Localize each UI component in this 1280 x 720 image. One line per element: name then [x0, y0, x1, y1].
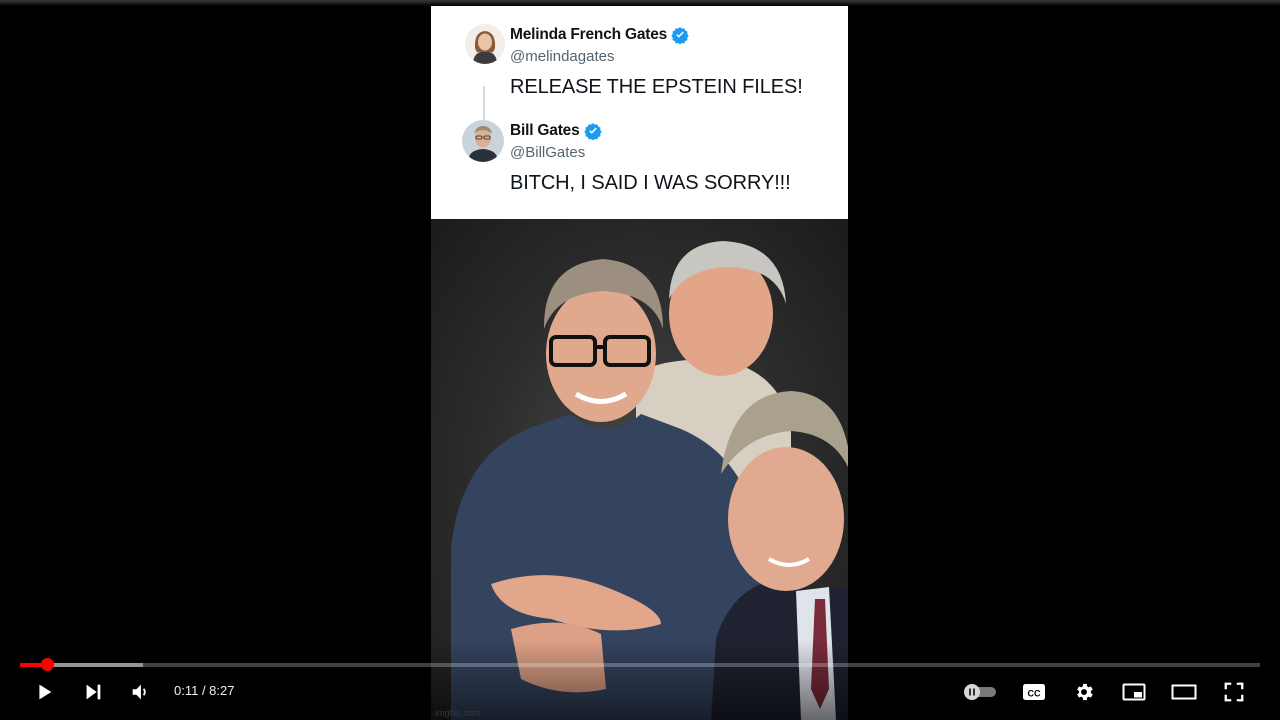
svg-text:CC: CC	[1028, 689, 1041, 699]
settings-button[interactable]	[1068, 676, 1100, 708]
melinda-avatar	[465, 24, 505, 64]
bill-avatar	[462, 120, 504, 162]
video-player[interactable]: Melinda French Gates @melindagates RELEA…	[0, 0, 1280, 720]
autoplay-toggle[interactable]	[960, 676, 1000, 708]
tweet-thread-card: Melinda French Gates @melindagates RELEA…	[431, 6, 848, 219]
play-icon	[39, 684, 52, 700]
tweet-author-row: Bill Gates	[510, 122, 602, 141]
play-button[interactable]	[28, 676, 60, 708]
next-icon	[86, 684, 101, 700]
verified-badge-icon	[671, 26, 689, 45]
fullscreen-button[interactable]	[1218, 676, 1250, 708]
photo-illustration	[451, 241, 848, 720]
miniplayer-icon	[1122, 683, 1146, 701]
captions-icon: CC	[1023, 684, 1045, 700]
volume-button[interactable]	[124, 676, 156, 708]
tweet-text: BITCH, I SAID I WAS SORRY!!!	[510, 172, 791, 194]
scrubber-handle[interactable]	[41, 658, 55, 671]
time-display: 0:11 / 8:27	[174, 683, 235, 698]
theater-mode-icon	[1171, 684, 1197, 700]
captions-button[interactable]: CC	[1018, 676, 1050, 708]
miniplayer-button[interactable]	[1118, 676, 1150, 708]
fullscreen-icon	[1224, 682, 1244, 702]
theater-mode-button[interactable]	[1168, 676, 1200, 708]
tweet-text: RELEASE THE EPSTEIN FILES!	[510, 76, 803, 98]
meme-photo: imgflip.com	[431, 219, 848, 720]
video-frame[interactable]: Melinda French Gates @melindagates RELEA…	[431, 6, 848, 720]
settings-gear-icon	[1077, 683, 1093, 701]
tweet-author-name: Bill Gates	[510, 122, 580, 139]
watermark: imgflip.com	[435, 708, 481, 718]
tweet-author-row: Melinda French Gates	[510, 26, 689, 45]
tweet-author-name: Melinda French Gates	[510, 26, 668, 43]
next-button[interactable]	[77, 676, 109, 708]
progress-bar[interactable]	[20, 658, 1260, 671]
volume-icon	[132, 684, 146, 700]
autoplay-toggle-icon	[964, 684, 996, 700]
tweet-author-handle: @BillGates	[510, 144, 586, 161]
verified-badge-icon	[583, 122, 602, 141]
tweet-author-handle: @melindagates	[510, 48, 615, 65]
